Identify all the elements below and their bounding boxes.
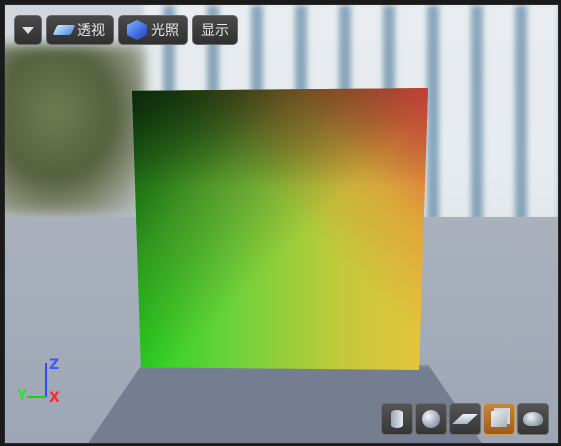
perspective-button[interactable]: 透视 bbox=[46, 15, 114, 45]
preview-cube bbox=[132, 88, 428, 370]
axis-y-label: Y bbox=[17, 388, 28, 404]
plane-preview-button[interactable] bbox=[449, 403, 481, 435]
axis-x-label: X bbox=[49, 390, 60, 406]
perspective-icon bbox=[52, 25, 76, 35]
viewport-options-dropdown[interactable] bbox=[14, 15, 42, 45]
teapot-icon bbox=[523, 412, 543, 426]
chevron-down-icon bbox=[22, 26, 34, 34]
axis-y-line bbox=[27, 396, 46, 398]
teapot-preview-button[interactable] bbox=[517, 403, 549, 435]
preview-mesh-toolbar bbox=[381, 403, 549, 435]
cylinder-icon bbox=[391, 410, 403, 428]
plane-icon bbox=[452, 414, 478, 424]
material-preview-viewport[interactable]: 透视 光照 显示 Z Y X bbox=[4, 4, 559, 444]
cylinder-preview-button[interactable] bbox=[381, 403, 413, 435]
tree-backdrop bbox=[5, 45, 145, 215]
sphere-preview-button[interactable] bbox=[415, 403, 447, 435]
show-button[interactable]: 显示 bbox=[192, 15, 238, 45]
show-label: 显示 bbox=[201, 23, 229, 39]
cube-icon bbox=[491, 411, 507, 427]
cube-preview-button[interactable] bbox=[483, 403, 515, 435]
axis-z-line bbox=[45, 363, 47, 397]
axis-z-label: Z bbox=[49, 357, 60, 373]
sphere-icon bbox=[422, 410, 440, 428]
viewport-toolbar: 透视 光照 显示 bbox=[14, 15, 238, 45]
lit-sphere-icon bbox=[127, 20, 147, 40]
lighting-label: 光照 bbox=[151, 23, 179, 39]
axis-gizmo: Z Y X bbox=[17, 357, 67, 413]
lighting-button[interactable]: 光照 bbox=[118, 15, 188, 45]
perspective-label: 透视 bbox=[77, 23, 105, 39]
